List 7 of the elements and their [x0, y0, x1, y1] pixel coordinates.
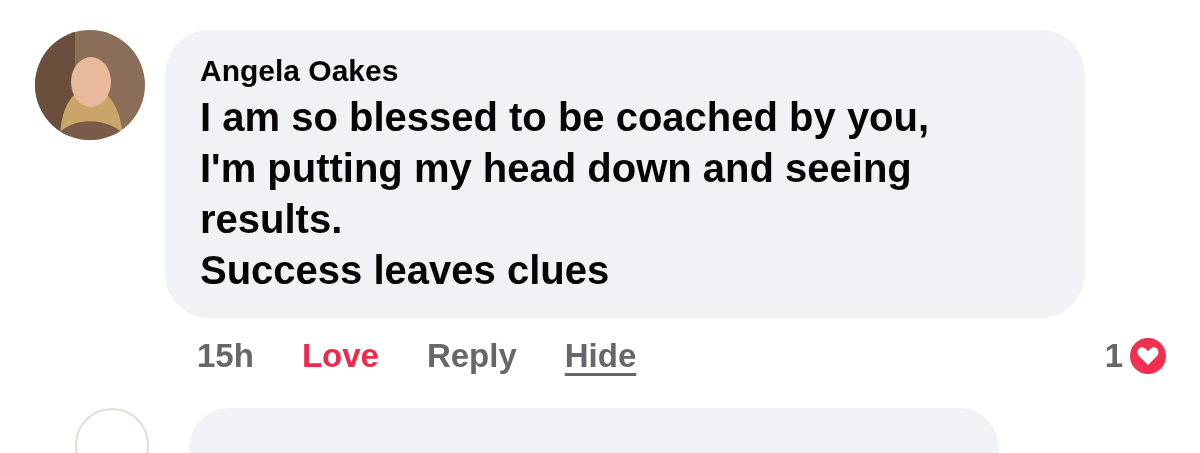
reaction-link[interactable]: Love	[301, 337, 379, 375]
author-name[interactable]: Angela Oakes	[200, 54, 1045, 88]
hide-link[interactable]: Hide	[564, 337, 637, 375]
comment-text: I am so blessed to be coached by you, I'm putting my head down and seeing results. Success leaves clues	[200, 94, 931, 294]
reply-link[interactable]: Reply	[426, 337, 517, 375]
reaction-count: 1	[1104, 337, 1123, 375]
timestamp[interactable]: 15h	[197, 337, 254, 375]
